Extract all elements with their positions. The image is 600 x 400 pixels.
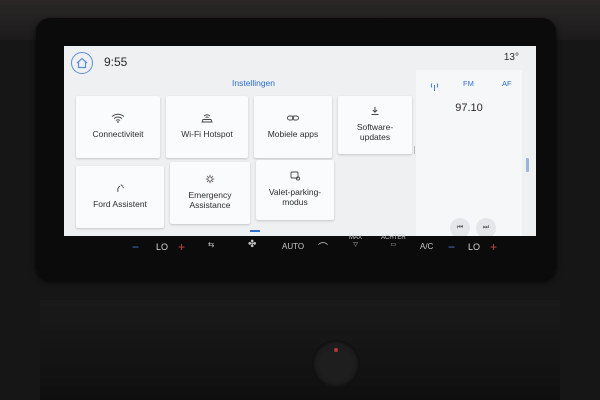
radio-band[interactable]: FM [463,79,474,88]
skip-back-icon: ⏮ [456,224,464,231]
tile-wifi-hotspot[interactable]: Wi-Fi Hotspot [166,96,248,158]
tile-label: Ford Assistent [93,199,147,210]
skip-forward-icon: ⏭ [482,224,490,231]
dashboard-lower [40,300,560,400]
radio-panel[interactable]: FM AF 97.10 ⏮ ⏭ [416,70,529,236]
emergency-icon [205,175,215,184]
left-temp-minus-button[interactable]: − [132,240,139,254]
knob-indicator [334,348,338,352]
page-indicator [250,230,260,232]
achter-label: ACHTER [381,235,406,241]
tile-mobile-apps[interactable]: Mobiele apps [254,96,332,158]
right-temp-minus-button[interactable]: − [448,240,455,254]
hotspot-car-icon [201,114,213,123]
left-temp-value: LO [156,242,169,252]
tile-label-line2: modus [282,197,308,207]
radio-scrollbar[interactable] [526,158,529,172]
page-title: Instellingen [232,78,276,88]
home-button[interactable] [71,52,93,74]
settings-grid: Connectiviteit Wi-Fi Hotspot Mobiele app… [76,96,412,228]
tile-software-updates[interactable]: Software- updates [338,96,412,154]
panel-divider [414,146,415,154]
clock: 9:55 [104,55,128,69]
tile-label: Mobiele apps [267,129,319,140]
valet-icon [290,171,301,181]
climate-controls: − LO + ⇆ ✤ AUTO ⌒ MAX ▽ ACHTER ▭ A/C − L… [44,235,552,274]
recirculation-button[interactable]: ⇆ [208,240,214,249]
tile-label: Connectiviteit [92,129,144,140]
defrost-front-icon: ▽ [353,242,358,248]
assistant-icon [117,184,124,193]
tile-valet-parking-mode[interactable]: Valet-parking- modus [256,160,334,220]
outside-temperature: 13° [503,52,519,63]
defrost-rear-icon: ▭ [390,242,397,248]
tile-emergency-assistance[interactable]: Emergency Assistance [170,162,250,224]
tile-label-line2: updates [359,132,391,142]
fan-button[interactable]: ✤ [248,239,256,250]
download-icon [371,107,379,116]
home-icon [76,57,88,69]
tile-connectivity[interactable]: Connectiviteit [76,96,160,158]
infotainment-screen: 9:55 13° Instellingen Connectiviteit Wi-… [64,46,536,236]
tile-ford-assistant[interactable]: Ford Assistent [76,166,164,228]
seek-forward-button[interactable]: ⏭ [476,218,496,236]
wifi-icon [111,113,125,124]
tile-label: Wi-Fi Hotspot [181,129,233,140]
link-icon [287,115,299,121]
right-temp-value: LO [468,242,481,252]
airflow-button[interactable]: ⌒ [318,239,328,254]
max-defrost-button[interactable]: MAX ▽ [349,235,362,248]
ac-button[interactable]: A/C [420,242,433,251]
seek-back-button[interactable]: ⏮ [450,218,470,236]
recirculation-icon: ⇆ [208,240,215,249]
signal-icon [430,78,439,96]
radio-af[interactable]: AF [502,79,512,88]
rear-defrost-button[interactable]: ACHTER ▭ [381,235,406,248]
fan-icon: ✤ [248,239,257,250]
radio-frequency: 97.10 [455,102,483,114]
left-temp-plus-button[interactable]: + [178,240,185,254]
right-temp-plus-button[interactable]: + [490,240,497,254]
airflow-seat-icon: ⌒ [318,243,328,254]
auto-button[interactable]: AUTO [282,242,304,251]
max-label: MAX [349,235,363,241]
volume-knob[interactable] [312,340,360,388]
tile-label-line2: Assistance [189,200,231,210]
